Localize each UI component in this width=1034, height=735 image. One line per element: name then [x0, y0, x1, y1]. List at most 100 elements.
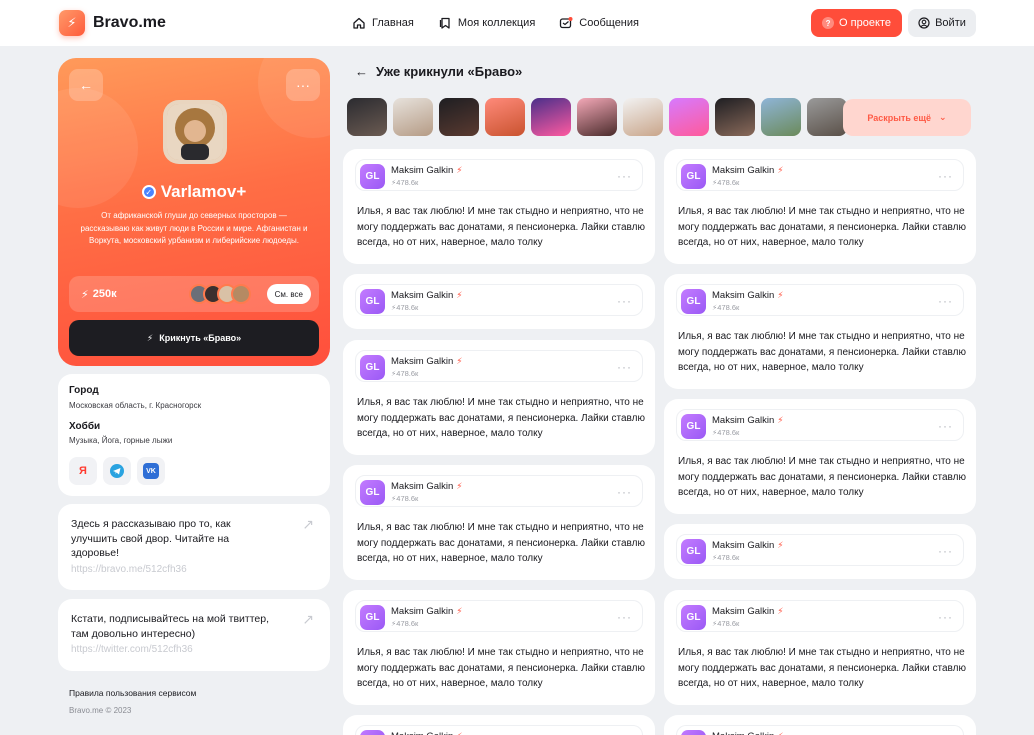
nav-messages[interactable]: Сообщения	[559, 16, 639, 30]
post-avatar: GL	[681, 414, 706, 439]
post-author-row: Maksim Galkin⚡	[355, 725, 643, 735]
avatar[interactable]	[577, 98, 617, 136]
more-icon: ···	[296, 77, 310, 93]
post-avatar: GL	[681, 605, 706, 630]
post-author[interactable]: Maksim Galkin⚡	[712, 165, 784, 176]
feed-post: Maksim Galkin⚡	[343, 715, 655, 735]
avatar[interactable]	[485, 98, 525, 136]
more-icon[interactable]: ···	[938, 294, 953, 308]
collection-icon	[439, 17, 450, 29]
bravo-stats: ⚡ 250к См. все	[69, 276, 319, 312]
arrow-left-icon[interactable]: ←	[355, 64, 368, 79]
link-card[interactable]: Здесь я рассказываю про то, как улучшить…	[58, 504, 330, 590]
post-author[interactable]: Maksim Galkin⚡	[712, 415, 784, 426]
post-text: Илья, я вас так люблю! И мне так стыдно …	[357, 522, 645, 564]
back-button[interactable]: ←	[69, 69, 103, 101]
feed-post: GL Maksim Galkin ⚡ ⚡478.6к ··· Илья, я ва…	[343, 590, 655, 705]
more-icon[interactable]: ···	[938, 544, 953, 558]
feed-post: GL Maksim Galkin ⚡ ⚡478.6к ··· Илья, я ва…	[664, 399, 976, 514]
post-author[interactable]: Maksim Galkin⚡	[712, 731, 784, 735]
post-author[interactable]: Maksim Galkin⚡	[712, 606, 784, 617]
more-icon[interactable]: ···	[938, 610, 953, 624]
terms-link[interactable]: Правила пользования сервисом	[69, 688, 196, 698]
link-url[interactable]: https://twitter.com/512cfh36	[71, 644, 193, 655]
home-icon	[353, 17, 365, 29]
avatar[interactable]	[439, 98, 479, 136]
feed-title-text: Уже крикнули «Браво»	[376, 64, 523, 79]
info-card: Город Московская область, г. Красногорск…	[58, 374, 330, 496]
bravo-count: ⚡ 250к	[81, 288, 117, 301]
bolt-icon: ⚡	[456, 731, 462, 735]
more-icon[interactable]: ···	[617, 485, 632, 499]
post-text: Илья, я вас так люблю! И мне так стыдно …	[357, 397, 645, 439]
more-icon[interactable]: ···	[617, 169, 632, 183]
logo[interactable]: ⚡ Bravo.me	[59, 10, 166, 36]
post-author[interactable]: Maksim Galkin⚡	[712, 290, 784, 301]
post-author-row: Maksim Galkin⚡	[676, 725, 964, 735]
post-count: ⚡478.6к	[712, 303, 740, 312]
bolt-icon: ⚡	[456, 165, 463, 175]
telegram-link[interactable]	[103, 457, 131, 485]
post-author[interactable]: Maksim Galkin⚡	[391, 290, 463, 301]
post-author-name: Maksim Galkin	[712, 165, 775, 176]
post-avatar: GL	[360, 355, 385, 380]
yandex-link[interactable]: Я	[69, 457, 97, 485]
post-text: Илья, я вас так люблю! И мне так стыдно …	[678, 456, 966, 498]
nav-messages-label: Сообщения	[579, 17, 639, 29]
bolt-icon: ⚡	[81, 288, 89, 301]
shout-bravo-button[interactable]: ⚡ Крикнуть «Браво»	[69, 320, 319, 356]
post-author-name: Maksim Galkin	[391, 290, 454, 301]
avatar[interactable]	[761, 98, 801, 136]
link-url[interactable]: https://bravo.me/512cfh36	[71, 564, 187, 575]
post-count-value: 478.6к	[396, 303, 419, 312]
hobby-value: Музыка, Йога, горные лыжи	[69, 436, 173, 445]
about-button[interactable]: ? О проекте	[811, 9, 902, 37]
vk-link[interactable]: VK	[137, 457, 165, 485]
post-author[interactable]: Maksim Galkin⚡	[391, 606, 463, 617]
link-card[interactable]: Кстати, подписывайтесь на мой твиттер, т…	[58, 599, 330, 671]
post-count-value: 478.6к	[396, 619, 419, 628]
post-avatar: GL	[360, 164, 385, 189]
post-author-name: Maksim Galkin	[712, 606, 775, 617]
post-count: ⚡478.6к	[391, 369, 419, 378]
post-author-row: GL Maksim Galkin ⚡ ⚡478.6к ···	[355, 284, 643, 316]
post-author[interactable]: Maksim Galkin⚡	[391, 165, 463, 176]
more-icon[interactable]: ···	[938, 419, 953, 433]
vk-icon: VK	[143, 463, 159, 479]
post-avatar: GL	[681, 289, 706, 314]
post-text: Илья, я вас так люблю! И мне так стыдно …	[357, 206, 645, 248]
post-count: ⚡478.6к	[712, 178, 740, 187]
avatar[interactable]	[347, 98, 387, 136]
nav-home[interactable]: Главная	[352, 16, 414, 30]
feed-post: Maksim Galkin⚡	[664, 715, 976, 735]
reveal-more-button[interactable]: Раскрыть ещё ⌄	[843, 99, 971, 136]
post-author[interactable]: Maksim Galkin⚡	[391, 731, 463, 735]
post-author[interactable]: Maksim Galkin⚡	[712, 540, 784, 551]
avatar[interactable]	[669, 98, 709, 136]
more-icon[interactable]: ···	[617, 360, 632, 374]
post-avatar: GL	[360, 480, 385, 505]
question-icon: ?	[822, 17, 835, 29]
more-icon[interactable]: ···	[617, 294, 632, 308]
post-count-value: 478.6к	[396, 178, 419, 187]
avatar[interactable]	[623, 98, 663, 136]
feed-post: GL Maksim Galkin ⚡ ⚡478.6к ··· Илья, я ва…	[664, 274, 976, 389]
post-author-name: Maksim Galkin	[391, 731, 453, 735]
about-button-label: О проекте	[839, 17, 891, 29]
more-icon[interactable]: ···	[938, 169, 953, 183]
avatar[interactable]	[715, 98, 755, 136]
more-icon[interactable]: ···	[617, 610, 632, 624]
login-button[interactable]: Войти	[908, 9, 976, 37]
post-text: Илья, я вас так люблю! И мне так стыдно …	[678, 647, 966, 689]
profile-menu-button[interactable]: ···	[286, 69, 320, 101]
avatar[interactable]	[393, 98, 433, 136]
supporters-avatars	[189, 284, 251, 304]
nav-collection[interactable]: Моя коллекция	[438, 16, 535, 30]
avatar[interactable]	[531, 98, 571, 136]
post-author[interactable]: Maksim Galkin⚡	[391, 356, 463, 367]
post-text: Илья, я вас так люблю! И мне так стыдно …	[357, 647, 645, 689]
post-author[interactable]: Maksim Galkin⚡	[391, 481, 463, 492]
post-author-name: Maksim Galkin	[712, 540, 775, 551]
see-all-button[interactable]: См. все	[266, 284, 311, 304]
avatar[interactable]	[807, 98, 847, 136]
